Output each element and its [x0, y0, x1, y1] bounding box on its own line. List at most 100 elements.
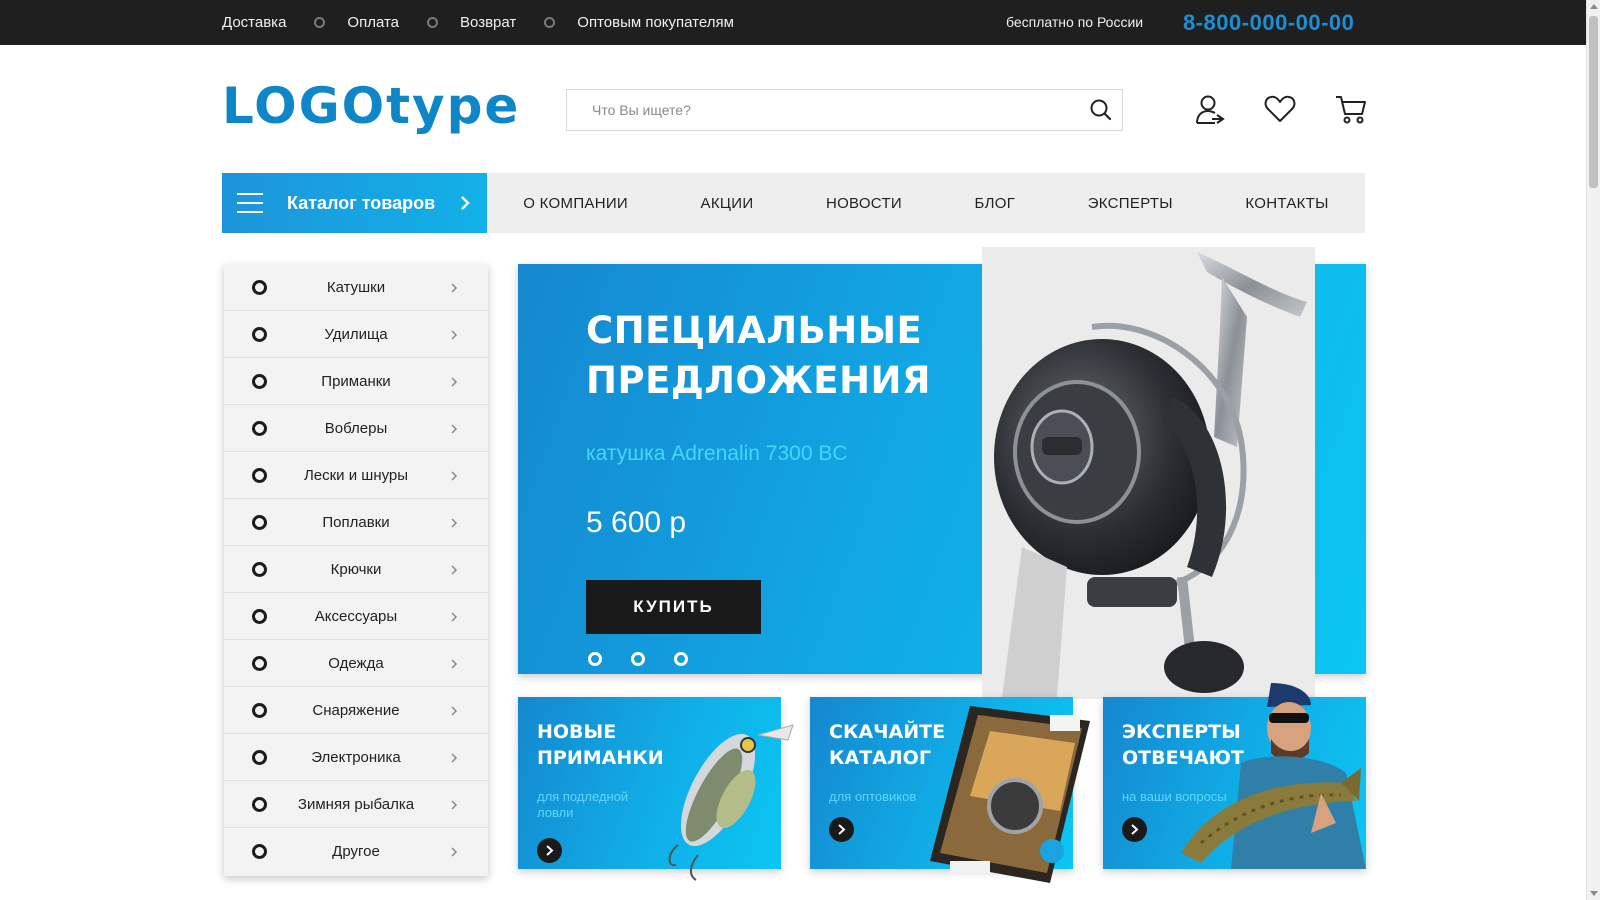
chevron-right-icon	[448, 798, 460, 810]
sidebar-item-label: Аксессуары	[314, 608, 398, 625]
chevron-right-icon	[448, 751, 460, 763]
sidebar-item-reels[interactable]: Катушки	[224, 264, 488, 311]
hero-title: СПЕЦИАЛЬНЫЕ ПРЕДЛОЖЕНИЯ	[586, 309, 931, 402]
sidebar-item-label: Снаряжение	[312, 702, 400, 719]
search-box	[566, 89, 1123, 131]
nav-link-contacts[interactable]: КОНТАКТЫ	[1245, 195, 1328, 212]
arrow-right-icon[interactable]	[537, 838, 562, 863]
catalog-button[interactable]: Каталог товаров	[222, 173, 487, 233]
top-nav: Доставка Оплата Возврат Оптовым покупате…	[222, 0, 734, 45]
sidebar-item-label: Лески и шнуры	[303, 467, 409, 484]
chevron-right-icon	[448, 610, 460, 622]
arrow-right-icon[interactable]	[1122, 817, 1147, 842]
chevron-right-icon	[448, 657, 460, 669]
sidebar-item-accessories[interactable]: Аксессуары	[224, 593, 488, 640]
chevron-right-icon	[448, 845, 460, 857]
page-scrollbar[interactable]	[1586, 0, 1600, 900]
slider-dot[interactable]	[674, 652, 688, 666]
sidebar-item-rods[interactable]: Удилища	[224, 311, 488, 358]
separator-dot-icon	[314, 17, 326, 28]
top-bar: Доставка Оплата Возврат Оптовым покупате…	[0, 0, 1586, 45]
phone-number[interactable]: 8-800-000-00-00	[1183, 0, 1354, 45]
catalog-booklet-image	[930, 706, 1090, 883]
slider-dot[interactable]	[631, 652, 645, 666]
hero-banner: СПЕЦИАЛЬНЫЕ ПРЕДЛОЖЕНИЯ катушка Adrenali…	[518, 247, 1366, 699]
sidebar-item-label: Удилища	[324, 326, 388, 343]
wobbler-image	[668, 724, 794, 881]
sidebar-item-wobblers[interactable]: Воблеры	[224, 405, 488, 452]
top-link-wholesale[interactable]: Оптовым покупателям	[577, 14, 734, 31]
fishing-reel-image	[982, 247, 1315, 699]
sidebar-item-clothing[interactable]: Одежда	[224, 640, 488, 687]
hero-subtitle: катушка Adrenalin 7300 BC	[586, 442, 848, 465]
ring-icon	[252, 421, 267, 436]
sidebar-item-label: Другое	[332, 843, 380, 860]
search-input[interactable]	[567, 90, 1067, 130]
ring-icon	[252, 327, 267, 342]
sidebar-item-hooks[interactable]: Крючки	[224, 546, 488, 593]
category-sidebar: Катушки Удилища Приманки Воблеры Лески и…	[224, 264, 488, 876]
slider-dot[interactable]	[588, 652, 602, 666]
ring-icon	[252, 656, 267, 671]
sidebar-item-label: Зимняя рыбалка	[297, 796, 415, 813]
sidebar-item-lines[interactable]: Лески и шнуры	[224, 452, 488, 499]
scroll-up-arrow-icon[interactable]	[1590, 4, 1598, 9]
chevron-right-icon	[448, 469, 460, 481]
slider-dots	[588, 652, 717, 666]
top-link-payment[interactable]: Оплата	[347, 14, 399, 31]
ring-icon	[252, 374, 267, 389]
top-link-delivery[interactable]: Доставка	[222, 14, 286, 31]
nav-link-about[interactable]: О КОМПАНИИ	[523, 195, 628, 212]
chevron-right-icon	[448, 563, 460, 575]
site-logo[interactable]: LOGOtype	[222, 76, 520, 136]
promo-card-new-baits[interactable]: НОВЫЕ ПРИМАНКИ для подледной ловли	[518, 697, 794, 881]
ring-icon	[252, 515, 267, 530]
search-icon[interactable]	[1088, 97, 1114, 123]
promo-card-catalog[interactable]: СКАЧАЙТЕ КАТАЛОГ для оптовиков	[810, 697, 1090, 883]
sidebar-item-electronics[interactable]: Электроника	[224, 734, 488, 781]
sidebar-item-label: Поплавки	[322, 514, 390, 531]
chevron-right-icon	[457, 195, 473, 211]
chevron-right-icon	[448, 516, 460, 528]
nav-link-promotions[interactable]: АКЦИИ	[701, 195, 754, 212]
free-call-text: бесплатно по России	[1006, 14, 1144, 30]
sidebar-item-label: Воблеры	[324, 420, 388, 437]
chevron-right-icon	[448, 281, 460, 293]
heart-icon[interactable]	[1263, 92, 1297, 126]
ring-icon	[252, 797, 267, 812]
user-icon[interactable]	[1193, 92, 1227, 126]
sidebar-item-equipment[interactable]: Снаряжение	[224, 687, 488, 734]
top-link-return[interactable]: Возврат	[460, 14, 516, 31]
cart-icon[interactable]	[1334, 92, 1368, 126]
scroll-thumb[interactable]	[1589, 16, 1598, 188]
sidebar-item-label: Приманки	[321, 373, 391, 390]
sidebar-item-floats[interactable]: Поплавки	[224, 499, 488, 546]
promo-card-experts[interactable]: ЭКСПЕРТЫ ОТВЕЧАЮТ на ваши вопросы	[1103, 683, 1366, 869]
sidebar-item-label: Крючки	[330, 561, 382, 578]
scroll-down-arrow-icon[interactable]	[1590, 891, 1598, 896]
fisherman-image	[1181, 683, 1366, 869]
sidebar-item-baits[interactable]: Приманки	[224, 358, 488, 405]
arrow-right-icon[interactable]	[829, 817, 854, 842]
nav-links: О КОМПАНИИ АКЦИИ НОВОСТИ БЛОГ ЭКСПЕРТЫ К…	[487, 173, 1365, 233]
buy-button[interactable]: КУПИТЬ	[586, 580, 761, 634]
menu-icon	[237, 193, 263, 213]
ring-icon	[252, 468, 267, 483]
chevron-right-icon	[448, 704, 460, 716]
main-nav: Каталог товаров О КОМПАНИИ АКЦИИ НОВОСТИ…	[222, 173, 1365, 233]
chevron-right-icon	[448, 375, 460, 387]
nav-link-news[interactable]: НОВОСТИ	[826, 195, 902, 212]
catalog-label: Каталог товаров	[287, 193, 436, 213]
ring-icon	[252, 562, 267, 577]
ring-icon	[252, 609, 267, 624]
separator-dot-icon	[427, 17, 439, 28]
ring-icon	[252, 844, 267, 859]
hero-price: 5 600 р	[586, 506, 687, 539]
sidebar-item-other[interactable]: Другое	[224, 828, 488, 875]
nav-link-blog[interactable]: БЛОГ	[975, 195, 1016, 212]
separator-dot-icon	[544, 17, 556, 28]
sidebar-item-label: Электроника	[311, 749, 401, 766]
chevron-right-icon	[448, 328, 460, 340]
sidebar-item-winter-fishing[interactable]: Зимняя рыбалка	[224, 781, 488, 828]
nav-link-experts[interactable]: ЭКСПЕРТЫ	[1088, 195, 1173, 212]
